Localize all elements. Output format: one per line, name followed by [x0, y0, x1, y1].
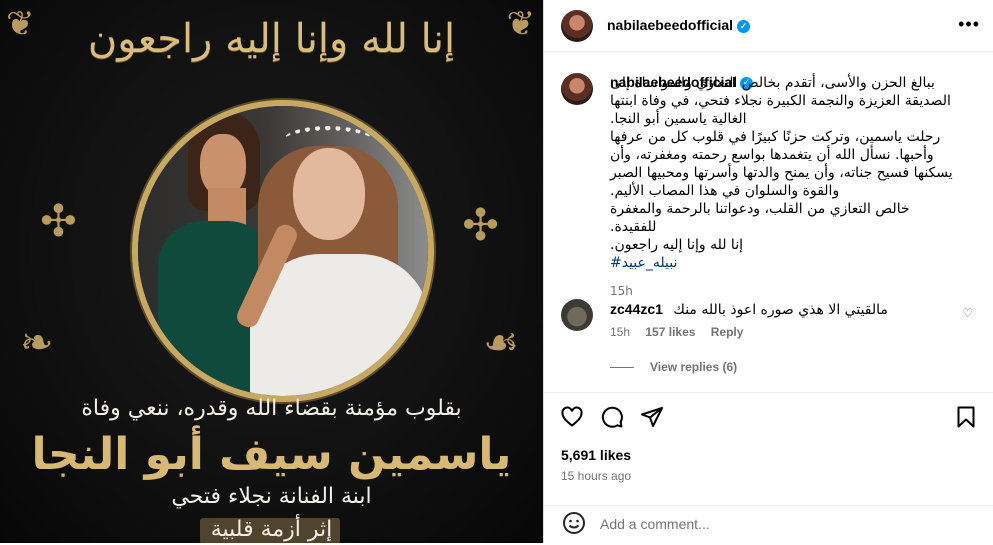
- author-avatar[interactable]: [561, 10, 593, 42]
- add-comment-bar: [544, 505, 993, 545]
- add-comment-input[interactable]: [600, 516, 900, 532]
- post-details-panel: nabilaebeedofficial ✓ ••• nabilaebeedoffi…: [543, 0, 993, 543]
- ornament-bottom-left-icon: ❧: [20, 320, 54, 366]
- image-line-relation: ابنة الفنانة نجلاء فتحي: [171, 484, 372, 509]
- photo-figure-right-headband: [284, 126, 372, 153]
- caption-paragraph-2: رحلت ياسمين، وتركت حزنًا كبيرًا في قلوب …: [610, 129, 953, 199]
- heart-icon[interactable]: [560, 405, 584, 434]
- photo-figure-right-face: [293, 148, 365, 240]
- image-line-cause: إثر أزمة قلبية: [210, 517, 333, 542]
- caption-author-avatar[interactable]: [561, 73, 593, 105]
- ornament-top-left-icon: ❦: [6, 4, 35, 44]
- image-line-announcement: بقلوب مؤمنة بقضاء الله وقدره، ننعي وفاة: [81, 396, 462, 421]
- caption-paragraph-4: إنا لله وإنا إليه راجعون.: [610, 237, 743, 253]
- view-replies-button[interactable]: View replies (6): [610, 360, 737, 374]
- commenter-avatar[interactable]: [561, 299, 593, 331]
- post-image[interactable]: إنا لله وإنا إليه راجعون ❦ ❦ ✣ ✣ ❧ ☙ بقل…: [0, 0, 543, 543]
- ornament-top-right-icon: ❦: [506, 4, 536, 44]
- ornament-right-icon: ✣: [462, 200, 499, 251]
- image-calligraphy-heading: إنا لله وإنا إليه راجعون: [87, 16, 456, 62]
- caption-hashtag-link[interactable]: #نبيله_عبيد: [610, 254, 954, 272]
- post-caption: nabilaebeedofficial ✓ ببالغ الحزن والأسى،…: [610, 73, 954, 300]
- share-icon[interactable]: [640, 405, 664, 434]
- ornament-left-icon: ✣: [40, 196, 77, 247]
- post-actions-section: 5,691 likes 15 hours ago: [544, 392, 993, 544]
- ornament-bottom-right-icon: ☙: [483, 320, 519, 366]
- post-likes-count[interactable]: 5,691 likes: [561, 447, 631, 463]
- comment-timestamp: 15h: [610, 325, 631, 339]
- image-line-name: ياسمين سيف أبو النجا: [31, 429, 512, 480]
- verified-badge-icon: ✓: [737, 19, 751, 33]
- post-timestamp: 15 hours ago: [561, 469, 632, 483]
- bookmark-icon[interactable]: [954, 405, 978, 434]
- author-username[interactable]: nabilaebeedofficial: [607, 17, 733, 33]
- comment-like-heart-icon[interactable]: ♡: [962, 306, 973, 320]
- view-replies-line: [610, 367, 634, 369]
- post-header: nabilaebeedofficial ✓ •••: [544, 0, 993, 52]
- caption-paragraph-1: ببالغ الحزن والأسى، أتقدم بخالص التعازي …: [610, 75, 951, 127]
- more-options-icon[interactable]: •••: [958, 14, 980, 35]
- photo-figure-left-face: [200, 134, 246, 196]
- emoji-icon[interactable]: [562, 511, 586, 541]
- instagram-post-view: إنا لله وإنا إليه راجعون ❦ ❦ ✣ ✣ ❧ ☙ بقل…: [0, 0, 993, 543]
- comment-icon[interactable]: [600, 405, 624, 434]
- comment-likes-count[interactable]: 157 likes: [645, 325, 695, 339]
- author-username-container[interactable]: nabilaebeedofficial ✓: [607, 17, 751, 33]
- caption-paragraph-3: خالص التعازي من القلب، ودعواتنا بالرحمة …: [610, 201, 910, 235]
- view-replies-label: View replies (6): [650, 360, 738, 374]
- memorial-photo-frame: [132, 100, 434, 402]
- commenter-username[interactable]: zc44zc1: [610, 301, 663, 317]
- comment-text: مالقيتي الا هذي صوره اعوذ بالله منك: [673, 302, 888, 318]
- comment-meta: 15h 157 likes Reply: [610, 325, 743, 339]
- caption-timestamp: 15h: [610, 284, 633, 298]
- comment-reply-button[interactable]: Reply: [711, 325, 744, 339]
- comment-item: zc44zc1 مالقيتي الا هذي صوره اعوذ بالله …: [610, 301, 940, 319]
